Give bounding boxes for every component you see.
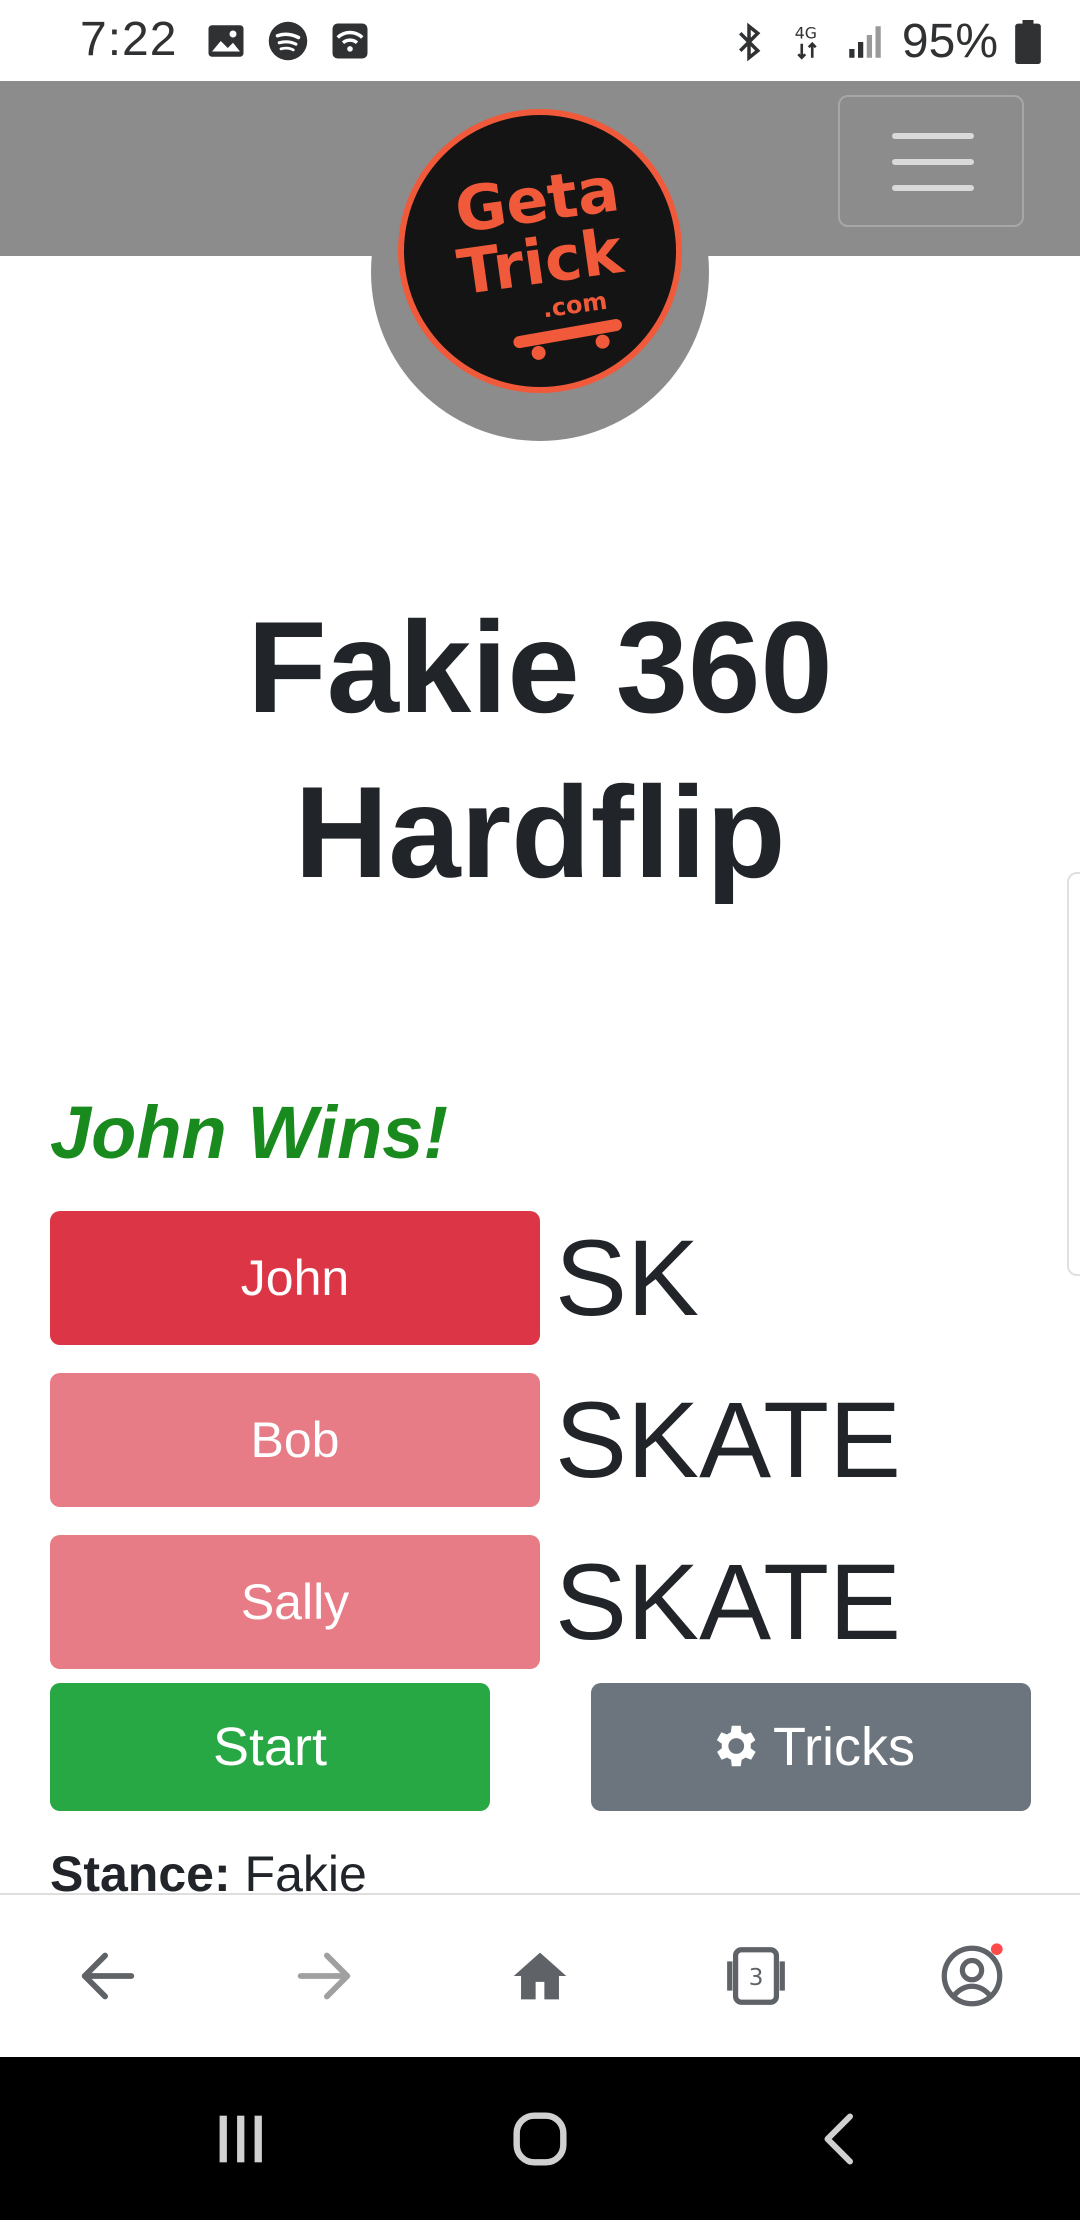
back-nav-icon[interactable]	[810, 2107, 870, 2171]
logo-badge: Geta Trick .com	[398, 109, 682, 393]
player-letters-bob: SKATE	[555, 1379, 902, 1500]
status-time: 7:22	[80, 13, 178, 66]
recent-apps-icon[interactable]	[205, 2109, 275, 2169]
status-system-icons: 4G 95%	[728, 14, 1042, 69]
trick-title: Fakie 360 Hardflip	[0, 585, 1080, 915]
hamburger-menu-icon-bar	[892, 185, 974, 191]
svg-text:4G: 4G	[795, 23, 817, 42]
menu-toggle-button[interactable]	[838, 95, 1024, 227]
bluetooth-icon	[738, 22, 761, 61]
tricks-label: Tricks	[773, 1717, 915, 1777]
tabs-icon[interactable]: 3	[721, 1941, 791, 2011]
tab-count: 3	[749, 1963, 764, 1991]
home-icon[interactable]	[505, 1941, 575, 2011]
tricks-button[interactable]: Tricks	[591, 1683, 1031, 1811]
player-button-sally[interactable]: Sally	[50, 1535, 540, 1669]
trick-title-line2: Hardflip	[294, 759, 786, 905]
battery-percentage: 95%	[901, 15, 998, 68]
hamburger-menu-icon-bar	[892, 159, 974, 165]
player-letters-sally: SKATE	[555, 1541, 902, 1662]
gallery-icon	[208, 25, 244, 57]
side-panel-tab[interactable]	[1067, 872, 1080, 1276]
account-icon[interactable]	[937, 1941, 1007, 2011]
player-button-bob[interactable]: Bob	[50, 1373, 540, 1507]
trick-title-line1: Fakie 360	[247, 594, 833, 740]
screen: 7:22 4G 95% Geta Trick .com Fakie 360 Ha…	[0, 0, 1080, 2220]
spotify-icon	[268, 21, 308, 61]
player-letters-john: SK	[555, 1217, 700, 1338]
status-bar: 7:22 4G 95%	[0, 0, 1080, 81]
wifi-hotspot-icon	[332, 23, 368, 59]
start-button[interactable]: Start	[50, 1683, 490, 1811]
forward-arrow-icon[interactable]	[289, 1941, 359, 2011]
back-arrow-icon[interactable]	[73, 1941, 143, 2011]
network-4g-icon: 4G	[795, 23, 817, 60]
status-notification-icons	[205, 20, 371, 62]
winner-announcement: John Wins!	[50, 1091, 449, 1174]
system-navigation-bar	[0, 2057, 1080, 2220]
site-logo[interactable]: Geta Trick .com	[371, 103, 709, 441]
gear-icon	[716, 1725, 756, 1767]
signal-icon	[849, 25, 881, 58]
player-button-john[interactable]: John	[50, 1211, 540, 1345]
browser-toolbar: 3	[0, 1893, 1080, 2059]
hamburger-menu-icon	[892, 133, 974, 139]
home-nav-icon[interactable]	[505, 2104, 575, 2174]
battery-icon	[1015, 19, 1041, 64]
